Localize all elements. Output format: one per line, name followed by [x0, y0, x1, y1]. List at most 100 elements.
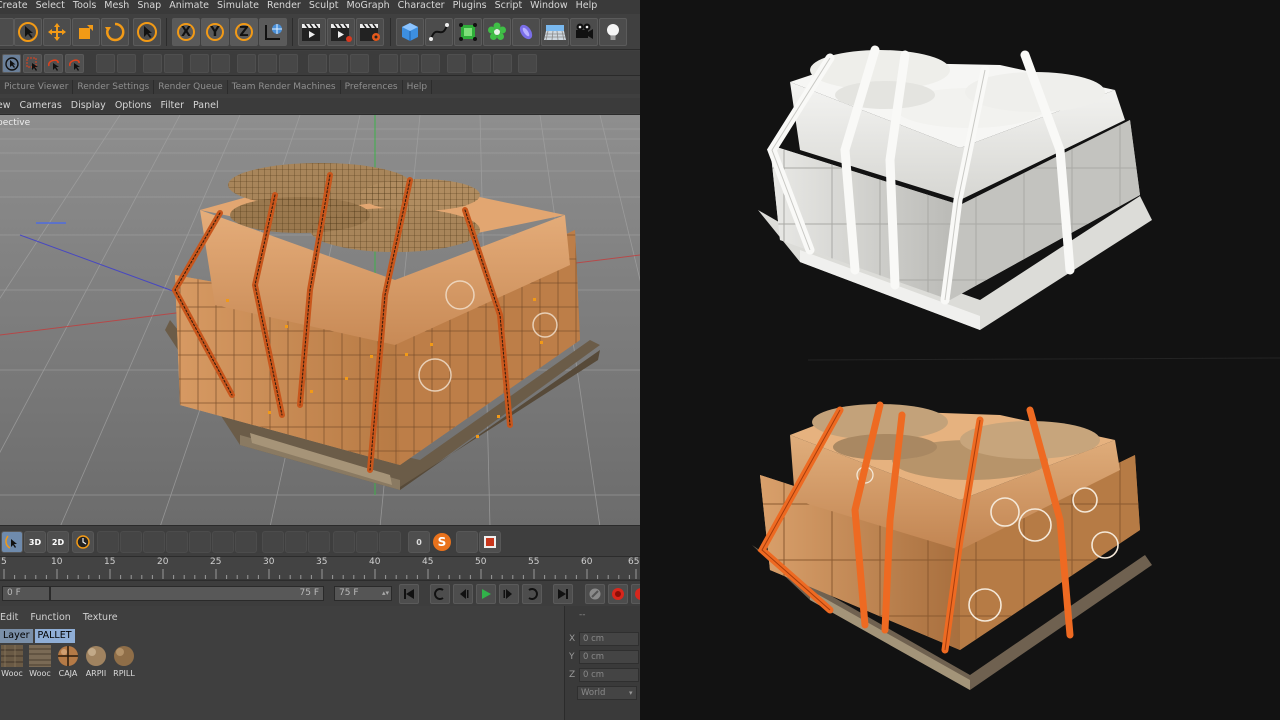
previous-key-button[interactable]	[430, 584, 450, 604]
mode-button-13[interactable]	[379, 54, 398, 73]
anim-tool-14[interactable]	[456, 531, 478, 553]
menu-sculpt[interactable]: Sculpt	[309, 0, 339, 14]
mode-button-12[interactable]	[350, 54, 369, 73]
material-menu-edit[interactable]: Edit	[0, 610, 18, 626]
mode-button-6[interactable]	[211, 54, 230, 73]
viewport-menu-panel[interactable]: Panel	[193, 98, 219, 113]
mode-button-9[interactable]	[279, 54, 298, 73]
select-tool-button[interactable]	[14, 18, 42, 46]
add-cube-button[interactable]	[396, 18, 424, 46]
coordinate-space-dropdown[interactable]: World	[577, 686, 637, 700]
add-mograph-button[interactable]	[483, 18, 511, 46]
menu-simulate[interactable]: Simulate	[217, 0, 259, 14]
auto-key-button[interactable]	[631, 584, 640, 604]
anim-tool-10[interactable]	[308, 531, 330, 553]
mode-button-14[interactable]	[400, 54, 419, 73]
rotate-tool-button[interactable]	[101, 18, 129, 46]
viewport-menu-cameras[interactable]: Cameras	[20, 98, 62, 113]
end-frame-stepper-icon[interactable]: ▴▾	[382, 589, 389, 597]
tab-team-render-machines[interactable]: Team Render Machines	[228, 80, 341, 94]
tab-preferences[interactable]: Preferences	[341, 80, 403, 94]
anim-tool-13[interactable]	[379, 531, 401, 553]
material-swatch-sack-2[interactable]: RPILL	[112, 645, 136, 685]
mode-button-3[interactable]	[143, 54, 162, 73]
keyframe-selection-button[interactable]	[585, 584, 605, 604]
anim-tool-3[interactable]	[143, 531, 165, 553]
menu-character[interactable]: Character	[398, 0, 445, 14]
tab-render-settings[interactable]: Render Settings	[73, 80, 155, 94]
timeline-ruler[interactable]: 5 10 15 20 25 30 35 40 45 50 55 60 65	[0, 556, 640, 581]
viewport-menu-filter[interactable]: Filter	[160, 98, 184, 113]
material-swatch-wood-1[interactable]: Wooc	[0, 645, 24, 685]
mode-button-18[interactable]	[493, 54, 512, 73]
tab-help[interactable]: Help	[403, 80, 433, 94]
anim-tool-6[interactable]	[212, 531, 234, 553]
lasso-selection-button[interactable]	[44, 54, 63, 73]
menu-help[interactable]: Help	[576, 0, 598, 14]
coord-y-field[interactable]: 0 cm	[579, 650, 639, 664]
tab-render-queue[interactable]: Render Queue	[154, 80, 228, 94]
mode-button-11[interactable]	[329, 54, 348, 73]
menu-mesh[interactable]: Mesh	[104, 0, 129, 14]
add-generator-button[interactable]	[454, 18, 482, 46]
render-view-button[interactable]	[298, 18, 326, 46]
mode-button-8[interactable]	[258, 54, 277, 73]
mode-button-16[interactable]	[447, 54, 466, 73]
mode-button-19[interactable]	[518, 54, 537, 73]
go-to-start-button[interactable]	[399, 584, 419, 604]
polygon-selection-button[interactable]	[65, 54, 84, 73]
previous-frame-button[interactable]	[453, 584, 473, 604]
layer-tab-layer[interactable]: Layer	[0, 629, 33, 643]
tab-picture-viewer[interactable]: Picture Viewer	[0, 80, 74, 94]
next-frame-button[interactable]	[499, 584, 519, 604]
anim-tool-12[interactable]	[356, 531, 378, 553]
frame-counter-button[interactable]: 0	[408, 531, 430, 553]
material-menu-function[interactable]: Function	[30, 610, 70, 626]
viewport-menu-view[interactable]: View	[0, 98, 11, 113]
menu-create[interactable]: Create	[0, 0, 28, 14]
current-frame-field[interactable]: 0 F	[2, 586, 50, 601]
mode-button-1[interactable]	[96, 54, 115, 73]
anim-tool-1[interactable]	[97, 531, 119, 553]
anim-tool-5[interactable]	[189, 531, 211, 553]
scale-tool-button[interactable]	[72, 18, 100, 46]
menu-plugins[interactable]: Plugins	[453, 0, 487, 14]
coord-z-field[interactable]: 0 cm	[579, 668, 639, 682]
material-swatch-wood-2[interactable]: Wooc	[28, 645, 52, 685]
coord-x-field[interactable]: 0 cm	[579, 632, 639, 646]
add-spline-button[interactable]	[425, 18, 453, 46]
anim-tool-8[interactable]	[262, 531, 284, 553]
menu-select[interactable]: Select	[36, 0, 65, 14]
anim-tool-4[interactable]	[166, 531, 188, 553]
anim-tool-2[interactable]	[120, 531, 142, 553]
anim-tool-9[interactable]	[285, 531, 307, 553]
menu-render[interactable]: Render	[267, 0, 301, 14]
add-environment-button[interactable]	[541, 18, 569, 46]
render-region-button[interactable]	[479, 531, 501, 553]
render-to-picture-viewer-button[interactable]	[327, 18, 355, 46]
go-to-end-button[interactable]	[553, 584, 573, 604]
mode-button-5[interactable]	[190, 54, 209, 73]
live-selection-button[interactable]	[133, 18, 161, 46]
viewport-menu-options[interactable]: Options	[115, 98, 152, 113]
menu-window[interactable]: Window	[530, 0, 567, 14]
material-swatch-sack-1[interactable]: ARPII	[84, 645, 108, 685]
add-light-button[interactable]	[599, 18, 627, 46]
mode-button-10[interactable]	[308, 54, 327, 73]
play-button[interactable]	[476, 584, 496, 604]
next-key-button[interactable]	[522, 584, 542, 604]
mode-button-7[interactable]	[237, 54, 256, 73]
material-menu-texture[interactable]: Texture	[83, 610, 118, 626]
2d-mode-button[interactable]: 2D	[47, 531, 69, 553]
undo-button[interactable]	[0, 18, 14, 46]
menu-animate[interactable]: Animate	[169, 0, 209, 14]
mode-button-2[interactable]	[117, 54, 136, 73]
mode-button-15[interactable]	[421, 54, 440, 73]
anim-tool-7[interactable]	[235, 531, 257, 553]
coordinate-system-button[interactable]	[259, 18, 287, 46]
anim-tool-11[interactable]	[333, 531, 355, 553]
record-button[interactable]	[608, 584, 628, 604]
menu-mograph[interactable]: MoGraph	[347, 0, 390, 14]
layer-tab-pallet[interactable]: PALLET	[34, 629, 75, 643]
material-swatch-box[interactable]: CAJA	[56, 645, 80, 685]
